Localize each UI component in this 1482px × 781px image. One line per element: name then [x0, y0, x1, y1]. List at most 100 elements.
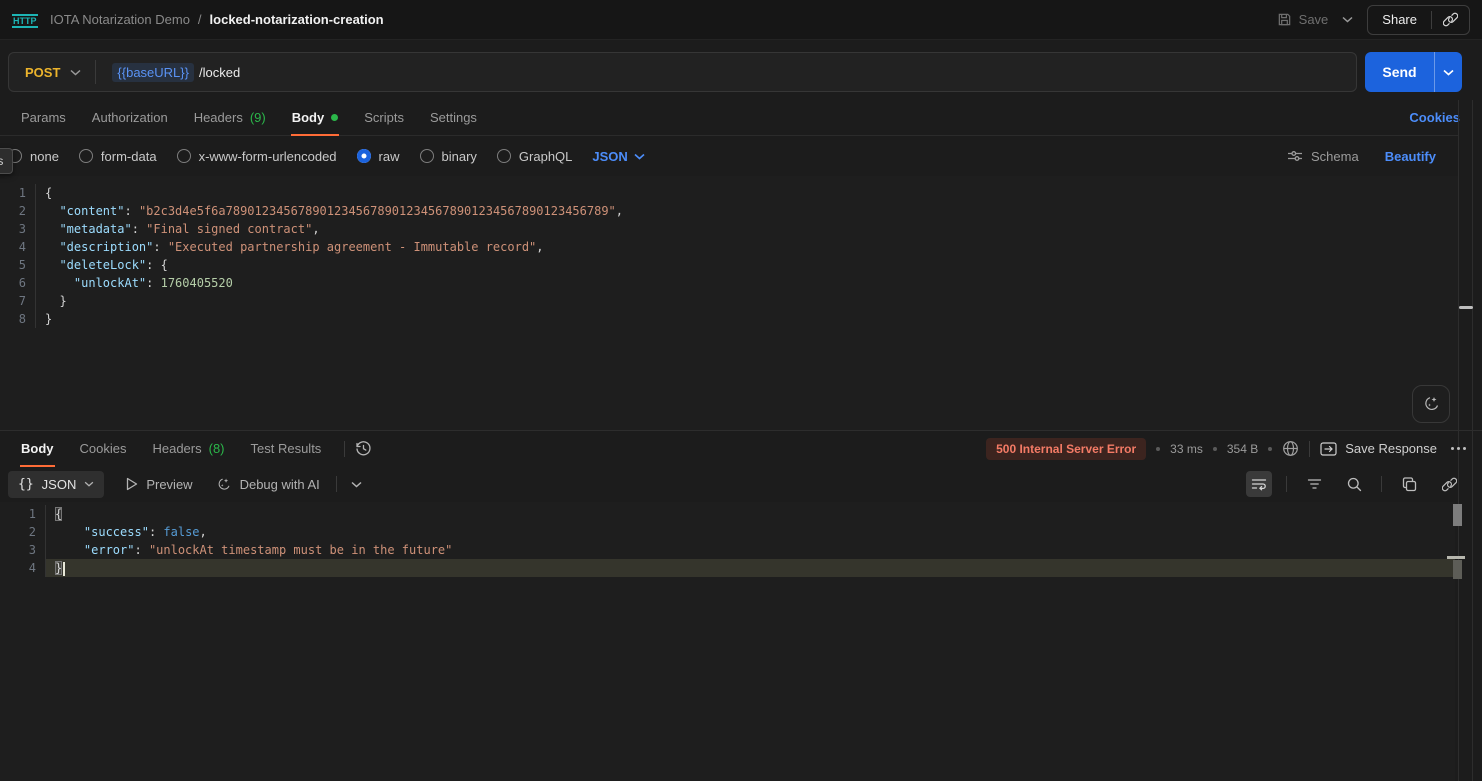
- share-button[interactable]: Share: [1368, 6, 1431, 34]
- tab-settings[interactable]: Settings: [417, 100, 490, 135]
- response-tab-test-results[interactable]: Test Results: [238, 431, 335, 466]
- method-selector[interactable]: POST: [9, 65, 70, 80]
- debug-with-ai-button[interactable]: Debug with AI: [215, 476, 320, 493]
- copy-link-icon[interactable]: [1432, 6, 1469, 34]
- send-button[interactable]: Send: [1365, 52, 1434, 92]
- line-content[interactable]: "metadata": "Final signed contract",: [36, 220, 1458, 238]
- body-type-form-data[interactable]: form-data: [79, 149, 157, 164]
- line-content[interactable]: {: [46, 505, 1455, 523]
- breadcrumb-collection[interactable]: IOTA Notarization Demo: [50, 12, 190, 27]
- body-type-graphql[interactable]: GraphQL: [497, 149, 572, 164]
- code-line[interactable]: 1{: [0, 184, 1458, 202]
- copy-icon[interactable]: [1396, 471, 1422, 497]
- code-line[interactable]: 8}: [0, 310, 1458, 328]
- tab-authorization[interactable]: Authorization: [79, 100, 181, 135]
- url-input[interactable]: /locked: [199, 65, 240, 80]
- postbot-ai-button[interactable]: [1412, 385, 1450, 423]
- word-wrap-icon[interactable]: [1246, 471, 1272, 497]
- unsaved-changes-dot: [331, 114, 338, 121]
- radio-raw[interactable]: [357, 149, 371, 163]
- body-language-select[interactable]: JSON: [592, 149, 644, 164]
- more-tools-chevron-icon[interactable]: [351, 481, 362, 488]
- response-header: Body Cookies Headers (8) Test Results 50…: [0, 430, 1482, 466]
- radio-none-label: none: [30, 149, 59, 164]
- filter-icon[interactable]: [1301, 471, 1327, 497]
- debug-with-ai-label: Debug with AI: [240, 477, 320, 492]
- tab-headers[interactable]: Headers (9): [181, 100, 279, 135]
- sliders-icon: [1287, 149, 1303, 163]
- ai-sparkle-icon: [215, 476, 232, 493]
- radio-x-www-form-urlencoded[interactable]: [177, 149, 191, 163]
- schema-button[interactable]: Schema: [1287, 149, 1359, 164]
- response-time[interactable]: 33 ms: [1170, 442, 1203, 456]
- line-content[interactable]: }: [36, 292, 1458, 310]
- line-content[interactable]: }: [46, 559, 1455, 577]
- line-content[interactable]: "deleteLock": {: [36, 256, 1458, 274]
- radio-form-data[interactable]: [79, 149, 93, 163]
- code-line[interactable]: 4}: [0, 559, 1455, 577]
- radio-graphql[interactable]: [497, 149, 511, 163]
- line-number: 1: [0, 505, 46, 523]
- response-tab-body[interactable]: Body: [8, 431, 67, 466]
- response-size[interactable]: 354 B: [1227, 442, 1258, 456]
- code-line[interactable]: 5 "deleteLock": {: [0, 256, 1458, 274]
- breadcrumb-separator: /: [198, 12, 202, 27]
- method-chevron-icon[interactable]: [70, 69, 81, 76]
- body-type-binary[interactable]: binary: [420, 149, 477, 164]
- line-number: 3: [0, 541, 46, 559]
- line-content[interactable]: "description": "Executed partnership agr…: [36, 238, 1458, 256]
- save-response-button[interactable]: Save Response: [1320, 441, 1437, 456]
- search-icon[interactable]: [1341, 471, 1367, 497]
- radio-form-data-label: form-data: [101, 149, 157, 164]
- save-button[interactable]: Save: [1277, 12, 1329, 27]
- send-options-chevron-icon[interactable]: [1434, 52, 1462, 92]
- line-content[interactable]: "unlockAt": 1760405520: [36, 274, 1458, 292]
- line-content[interactable]: "content": "b2c3d4e5f6a78901234567890123…: [36, 202, 1458, 220]
- beautify-button[interactable]: Beautify: [1385, 149, 1436, 164]
- line-content[interactable]: {: [36, 184, 1458, 202]
- response-scrollbar-thumb[interactable]: [1453, 504, 1462, 526]
- code-line[interactable]: 3 "error": "unlockAt timestamp must be i…: [0, 541, 1455, 559]
- response-body-editor[interactable]: 1{2 "success": false,3 "error": "unlockA…: [0, 502, 1455, 781]
- code-line[interactable]: 7 }: [0, 292, 1458, 310]
- cookies-link[interactable]: Cookies: [1409, 110, 1460, 125]
- separator-dot: [1268, 447, 1272, 451]
- code-line[interactable]: 1{: [0, 505, 1455, 523]
- tab-params[interactable]: Params: [8, 100, 79, 135]
- response-tab-headers[interactable]: Headers (8): [139, 431, 237, 466]
- body-type-x-www-form-urlencoded[interactable]: x-www-form-urlencoded: [177, 149, 337, 164]
- code-line[interactable]: 2 "success": false,: [0, 523, 1455, 541]
- body-type-raw[interactable]: raw: [357, 149, 400, 164]
- tab-headers-label: Headers: [194, 110, 243, 125]
- response-format-select[interactable]: {} JSON: [8, 471, 104, 498]
- response-tab-cookies[interactable]: Cookies: [67, 431, 140, 466]
- code-line[interactable]: 3 "metadata": "Final signed contract",: [0, 220, 1458, 238]
- url-variable-chip[interactable]: {{baseURL}}: [112, 63, 194, 82]
- body-type-none[interactable]: none: [8, 149, 59, 164]
- save-options-chevron-icon[interactable]: [1342, 16, 1353, 23]
- status-badge[interactable]: 500 Internal Server Error: [986, 438, 1146, 460]
- breadcrumb-request-name[interactable]: locked-notarization-creation: [210, 12, 384, 27]
- more-actions-icon[interactable]: [1451, 447, 1466, 450]
- response-tab-test-results-label: Test Results: [251, 441, 322, 456]
- radio-binary[interactable]: [420, 149, 434, 163]
- preview-label: Preview: [146, 477, 192, 492]
- network-globe-icon[interactable]: [1282, 440, 1299, 457]
- link-icon[interactable]: [1436, 471, 1462, 497]
- line-content[interactable]: "success": false,: [46, 523, 1455, 541]
- code-line[interactable]: 6 "unlockAt": 1760405520: [0, 274, 1458, 292]
- panel-resize-handle[interactable]: [1459, 306, 1473, 309]
- code-line[interactable]: 2 "content": "b2c3d4e5f6a789012345678901…: [0, 202, 1458, 220]
- status-divider: [1309, 441, 1310, 457]
- tab-body[interactable]: Body: [279, 100, 352, 135]
- preview-button[interactable]: Preview: [126, 477, 192, 492]
- line-content[interactable]: "error": "unlockAt timestamp must be in …: [46, 541, 1455, 559]
- code-line[interactable]: 4 "description": "Executed partnership a…: [0, 238, 1458, 256]
- separator-dot: [1213, 447, 1217, 451]
- request-body-editor[interactable]: 1{2 "content": "b2c3d4e5f6a7890123456789…: [0, 176, 1458, 430]
- request-url-row: POST {{baseURL}} /locked Send: [0, 52, 1482, 92]
- method-url-divider: [95, 60, 96, 84]
- response-history-icon[interactable]: [355, 440, 372, 457]
- line-content[interactable]: }: [36, 310, 1458, 328]
- tab-scripts[interactable]: Scripts: [351, 100, 417, 135]
